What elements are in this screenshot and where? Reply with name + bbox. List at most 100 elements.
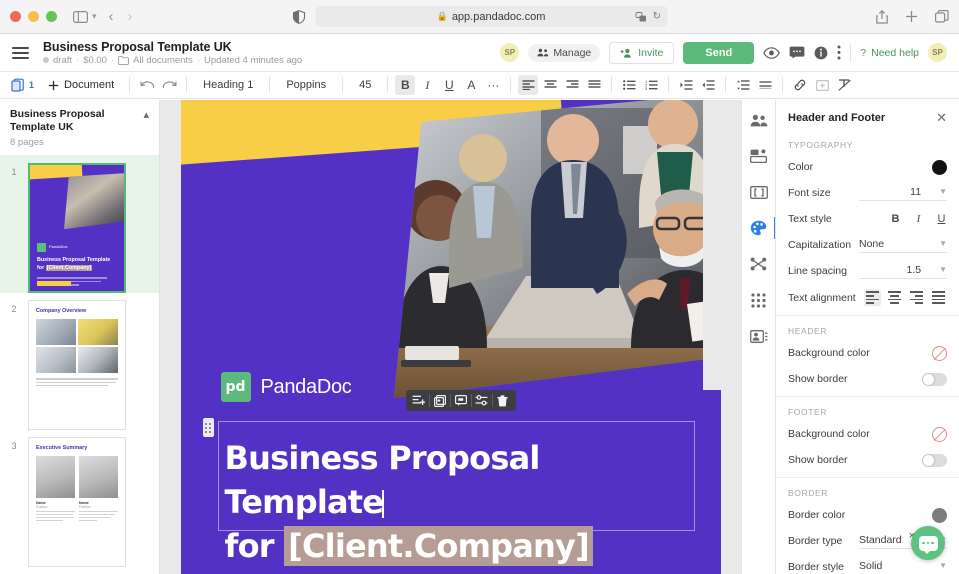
add-document-button[interactable]: Document: [40, 79, 122, 91]
bulleted-list-button[interactable]: [619, 75, 639, 95]
more-format-button[interactable]: ···: [483, 75, 503, 95]
comment-icon[interactable]: [451, 393, 471, 409]
preview-eye-icon[interactable]: [763, 46, 781, 59]
font-color-button[interactable]: A: [461, 75, 481, 95]
align-center-button[interactable]: [540, 75, 560, 95]
pages-button[interactable]: 1: [7, 78, 38, 92]
bold-button[interactable]: B: [890, 213, 901, 225]
address-bar-area[interactable]: 🔒 app.pandadoc.com ↻: [292, 6, 667, 27]
border-style-select[interactable]: Solid ▼: [859, 560, 947, 574]
align-left-button[interactable]: [864, 289, 881, 306]
need-help-button[interactable]: ? Need help: [860, 47, 919, 59]
block-drag-handle[interactable]: [202, 418, 214, 437]
chevron-up-icon[interactable]: ▴: [143, 108, 149, 121]
decrease-indent-button[interactable]: [698, 75, 718, 95]
avatar[interactable]: SP: [500, 43, 520, 62]
italic-button[interactable]: I: [417, 75, 437, 95]
document-page-1[interactable]: pd PandaDoc Business Proposal Template f…: [180, 100, 721, 574]
bold-button[interactable]: B: [395, 75, 416, 95]
close-window-button[interactable]: [10, 11, 21, 22]
insert-image-icon[interactable]: [812, 75, 832, 95]
content-library-icon[interactable]: [748, 146, 770, 166]
undo-icon[interactable]: [137, 75, 157, 95]
settings-icon[interactable]: [472, 393, 492, 409]
thumbnail-preview[interactable]: Company Overview: [28, 300, 126, 431]
apps-grid-icon[interactable]: [748, 290, 770, 310]
folder-name[interactable]: All documents: [133, 55, 193, 66]
minimize-window-button[interactable]: [28, 11, 39, 22]
maximize-window-button[interactable]: [46, 11, 57, 22]
redo-icon[interactable]: [159, 75, 179, 95]
font-size-row[interactable]: Font size 11 ▼: [776, 180, 959, 206]
text-alignment-row[interactable]: Text alignment: [776, 284, 959, 311]
page-thumbnails-sidebar[interactable]: Business Proposal Template UK 8 pages ▴ …: [0, 100, 160, 574]
line-spacing-row[interactable]: Line spacing 1.5 ▼: [776, 258, 959, 284]
align-left-button[interactable]: [518, 75, 539, 95]
footer-show-border-row[interactable]: Show border: [776, 447, 959, 473]
back-arrow-icon[interactable]: ‹: [109, 8, 114, 25]
block-floating-toolbar[interactable]: [405, 390, 516, 411]
clear-formatting-icon[interactable]: [834, 75, 854, 95]
duplicate-icon[interactable]: [430, 393, 450, 409]
thumbnail-preview[interactable]: Executive Summary Name Position Name Pos…: [28, 437, 126, 568]
contacts-icon[interactable]: [748, 326, 770, 346]
delete-icon[interactable]: [493, 393, 513, 409]
document-canvas[interactable]: pd PandaDoc Business Proposal Template f…: [160, 100, 741, 574]
variable-token[interactable]: [Client.Company]: [284, 526, 593, 567]
privacy-shield-icon[interactable]: [292, 9, 305, 24]
comment-icon[interactable]: [789, 46, 805, 59]
line-spacing-select[interactable]: 1.5 ▼: [859, 264, 947, 279]
align-center-button[interactable]: [886, 289, 903, 306]
variables-icon[interactable]: [748, 182, 770, 202]
align-justify-button[interactable]: [584, 75, 604, 95]
close-icon[interactable]: ✕: [936, 110, 947, 126]
workflow-icon[interactable]: [748, 254, 770, 274]
color-row[interactable]: Color: [776, 154, 959, 180]
window-traffic-lights[interactable]: [10, 11, 57, 22]
capitalization-row[interactable]: Capitalization None ▼: [776, 232, 959, 258]
thumbnail-preview[interactable]: PandaDoc Business Proposal Template for …: [28, 163, 126, 294]
link-icon[interactable]: [790, 75, 810, 95]
footer-show-border-toggle[interactable]: [922, 453, 947, 467]
chat-widget-button[interactable]: [911, 526, 945, 560]
manage-button[interactable]: Manage: [528, 43, 601, 62]
align-right-button[interactable]: [562, 75, 582, 95]
no-color-icon[interactable]: [932, 345, 947, 361]
capitalization-select[interactable]: None ▼: [859, 238, 947, 253]
heading-text-block[interactable]: Business Proposal Template for [Client.C…: [217, 421, 695, 567]
footer-background-color-row[interactable]: Background color: [776, 421, 959, 447]
send-button[interactable]: Send: [683, 41, 755, 64]
border-color-row[interactable]: Border color: [776, 502, 959, 528]
new-tab-icon[interactable]: [905, 10, 918, 23]
no-color-icon[interactable]: [932, 426, 947, 442]
properties-panel[interactable]: Header and Footer ✕ TYPOGRAPHY Color Fon…: [775, 100, 959, 574]
reload-icon[interactable]: ↻: [653, 11, 661, 22]
line-spacing-button[interactable]: [733, 75, 753, 95]
header-show-border-row[interactable]: Show border: [776, 366, 959, 392]
underline-button[interactable]: U: [439, 75, 459, 95]
hero-photo[interactable]: [393, 100, 721, 398]
more-options-icon[interactable]: [837, 45, 841, 60]
share-icon[interactable]: [876, 9, 888, 24]
navigation-arrows[interactable]: ‹ ›: [109, 8, 133, 25]
font-size-input[interactable]: 45: [350, 79, 380, 91]
url-input[interactable]: 🔒 app.pandadoc.com ↻: [315, 6, 667, 27]
info-icon[interactable]: [814, 46, 828, 60]
tab-overview-icon[interactable]: [935, 10, 949, 23]
invite-button[interactable]: Invite: [609, 41, 675, 64]
chevron-down-icon[interactable]: ▾: [92, 11, 97, 22]
font-size-select[interactable]: 11 ▼: [859, 186, 947, 201]
user-avatar[interactable]: SP: [928, 43, 947, 62]
right-icon-rail[interactable]: [741, 100, 776, 574]
header-background-color-row[interactable]: Background color: [776, 340, 959, 366]
align-justify-button[interactable]: [930, 289, 947, 306]
thumbnail-page-1[interactable]: 1 PandaDoc Business Proposal Template fo…: [0, 156, 159, 294]
numbered-list-button[interactable]: 123: [641, 75, 661, 95]
thumbnail-page-2[interactable]: 2 Company Overview: [0, 293, 159, 431]
theme-palette-icon[interactable]: [748, 217, 776, 239]
color-swatch[interactable]: [932, 159, 947, 175]
recipients-icon[interactable]: [748, 110, 770, 130]
align-right-button[interactable]: [908, 289, 925, 306]
paragraph-spacing-button[interactable]: [755, 75, 775, 95]
header-show-border-toggle[interactable]: [922, 372, 947, 386]
